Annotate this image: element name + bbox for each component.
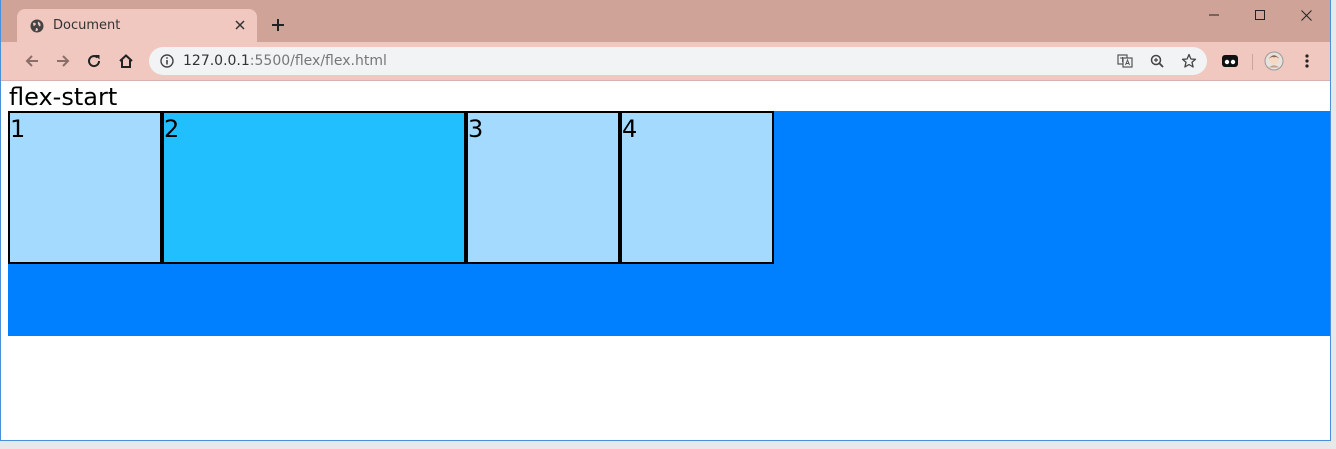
forward-arrow-icon[interactable] bbox=[52, 50, 74, 72]
flex-item-1: 1 bbox=[8, 111, 162, 264]
star-icon[interactable] bbox=[1179, 51, 1199, 71]
zoom-icon[interactable] bbox=[1147, 51, 1167, 71]
tab-document[interactable]: Document bbox=[17, 9, 257, 42]
close-window-icon[interactable] bbox=[1283, 4, 1329, 26]
toolbar-divider bbox=[1252, 54, 1253, 70]
flex-item-2: 2 bbox=[162, 111, 466, 264]
address-bar[interactable]: 127.0.0.1:5500/flex/flex.html bbox=[149, 47, 1207, 75]
reload-icon[interactable] bbox=[83, 50, 105, 72]
profile-avatar-icon[interactable] bbox=[1263, 50, 1285, 72]
flex-container: 1 2 3 4 bbox=[8, 111, 1330, 336]
url-text: 127.0.0.1:5500/flex/flex.html bbox=[183, 53, 387, 69]
toolbar: 127.0.0.1:5500/flex/flex.html bbox=[1, 42, 1330, 81]
extension-icon[interactable] bbox=[1219, 50, 1241, 72]
page-heading: flex-start bbox=[9, 83, 118, 111]
flex-item-4: 4 bbox=[620, 111, 774, 264]
url-host: 127.0.0.1 bbox=[183, 53, 250, 69]
home-icon[interactable] bbox=[115, 50, 137, 72]
tab-title: Document bbox=[53, 18, 121, 33]
maximize-icon[interactable] bbox=[1237, 4, 1283, 26]
tab-strip: Document bbox=[1, 0, 1330, 42]
close-tab-icon[interactable] bbox=[231, 16, 249, 34]
back-arrow-icon[interactable] bbox=[21, 50, 43, 72]
info-icon[interactable] bbox=[159, 53, 175, 69]
new-tab-icon[interactable] bbox=[267, 14, 289, 36]
browser-window: Document 127.0.0.1:5500/flex/flex.html f… bbox=[0, 0, 1331, 441]
page-content: flex-start 1 2 3 4 bbox=[8, 81, 1330, 440]
translate-icon[interactable] bbox=[1115, 51, 1135, 71]
url-path: :5500/flex/flex.html bbox=[249, 53, 387, 69]
minimize-icon[interactable] bbox=[1191, 4, 1237, 26]
flex-item-3: 3 bbox=[466, 111, 620, 264]
globe-icon bbox=[30, 19, 44, 33]
kebab-menu-icon[interactable] bbox=[1296, 50, 1318, 72]
